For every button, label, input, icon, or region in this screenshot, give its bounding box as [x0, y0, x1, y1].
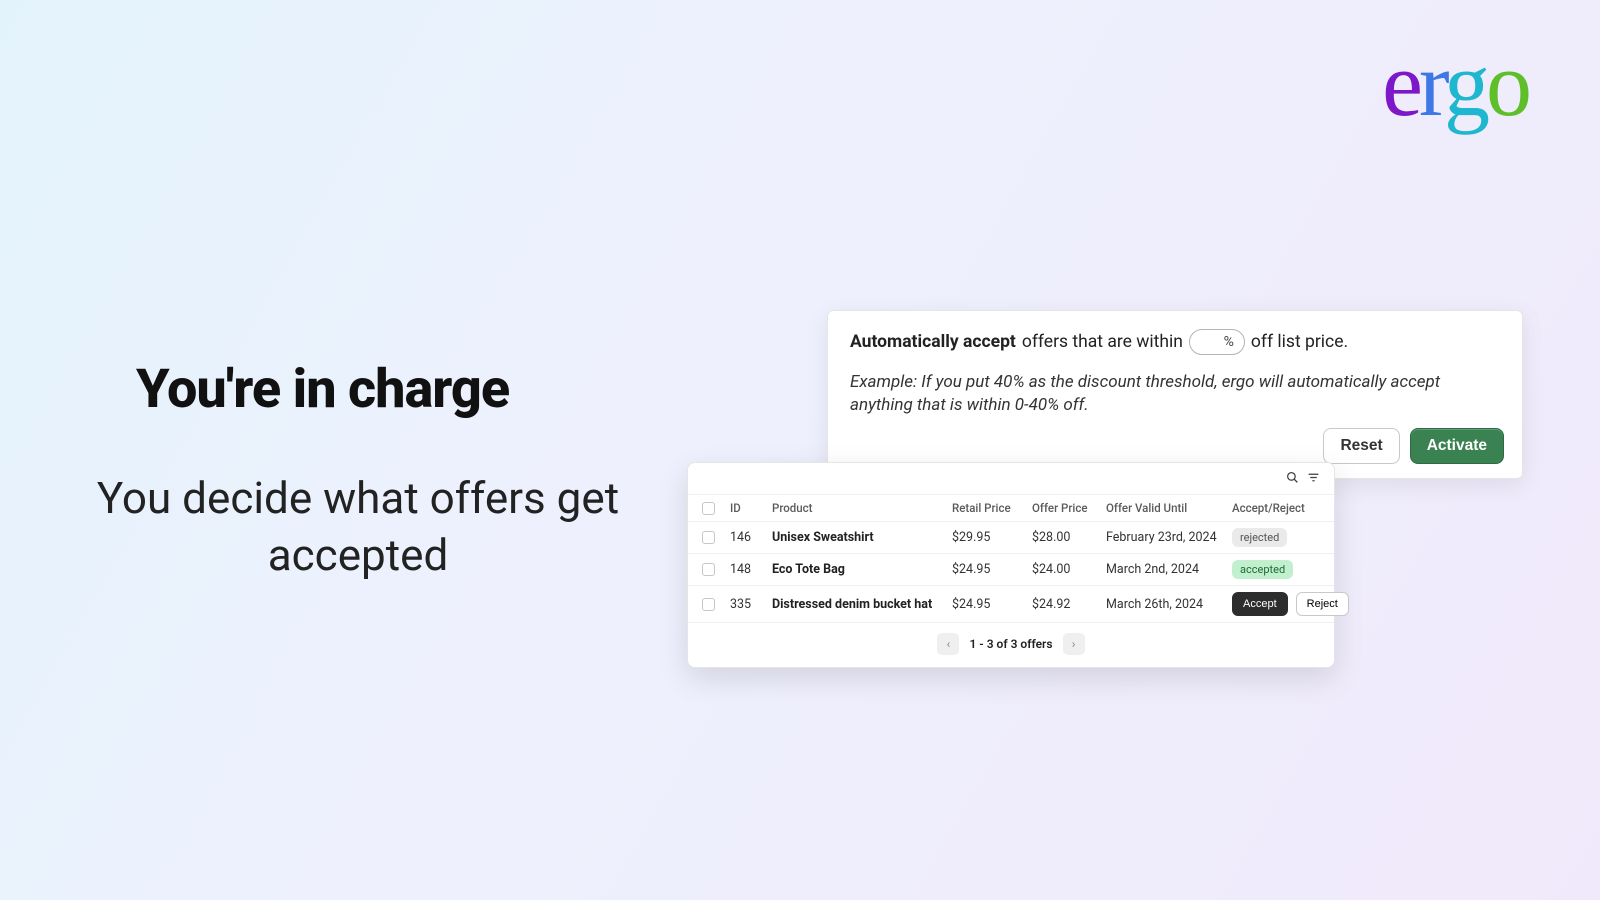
row-checkbox[interactable] — [702, 531, 715, 544]
col-id: ID — [730, 501, 772, 515]
offers-table-card: ID Product Retail Price Offer Price Offe… — [687, 462, 1335, 668]
filter-icon[interactable] — [1307, 471, 1320, 488]
col-valid: Offer Valid Until — [1106, 501, 1232, 515]
cell-id: 335 — [730, 597, 772, 612]
reject-button[interactable]: Reject — [1296, 592, 1349, 616]
status-badge: accepted — [1232, 560, 1293, 579]
cell-offer: $24.92 — [1032, 597, 1106, 612]
cell-action: rejected — [1232, 528, 1332, 547]
cell-retail: $24.95 — [952, 597, 1032, 612]
col-retail: Retail Price — [952, 501, 1032, 515]
pager-next[interactable]: › — [1063, 633, 1085, 655]
table-footer: ‹ 1 - 3 of 3 offers › — [688, 622, 1334, 667]
table-row: 146 Unisex Sweatshirt $29.95 $28.00 Febr… — [688, 521, 1334, 553]
accept-button[interactable]: Accept — [1232, 592, 1288, 616]
cell-offer: $24.00 — [1032, 562, 1106, 577]
table-row: 335 Distressed denim bucket hat $24.95 $… — [688, 585, 1334, 622]
hero-subheading: You decide what offers get accepted — [88, 470, 628, 584]
search-icon[interactable] — [1286, 471, 1299, 488]
cell-retail: $29.95 — [952, 530, 1032, 545]
col-action: Accept/Reject — [1232, 501, 1332, 515]
cell-retail: $24.95 — [952, 562, 1032, 577]
status-badge: rejected — [1232, 528, 1287, 547]
cell-offer: $28.00 — [1032, 530, 1106, 545]
col-offer: Offer Price — [1032, 501, 1106, 515]
hero-heading: You're in charge — [136, 358, 509, 421]
auto-accept-example: Example: If you put 40% as the discount … — [850, 371, 1500, 417]
discount-percent-input[interactable]: % — [1189, 329, 1245, 355]
activate-button[interactable]: Activate — [1410, 428, 1504, 464]
cell-valid: March 2nd, 2024 — [1106, 562, 1232, 577]
cell-valid: February 23rd, 2024 — [1106, 530, 1232, 545]
cell-action: accepted — [1232, 560, 1332, 579]
pager-prev[interactable]: ‹ — [937, 633, 959, 655]
cell-product: Unisex Sweatshirt — [772, 530, 952, 545]
row-checkbox[interactable] — [702, 598, 715, 611]
cell-id: 148 — [730, 562, 772, 577]
cell-action: Accept Reject — [1232, 592, 1332, 616]
reset-button[interactable]: Reset — [1323, 428, 1399, 464]
auto-accept-bold: Automatically accept — [850, 332, 1016, 352]
pager-label: 1 - 3 of 3 offers — [969, 637, 1052, 651]
auto-accept-text-2: off list price. — [1251, 332, 1348, 352]
row-checkbox[interactable] — [702, 563, 715, 576]
col-product: Product — [772, 501, 952, 515]
ergo-logo: ergo — [1382, 38, 1528, 130]
auto-accept-line: Automatically accept offers that are wit… — [850, 329, 1500, 355]
cell-product: Distressed denim bucket hat — [772, 597, 952, 612]
table-row: 148 Eco Tote Bag $24.95 $24.00 March 2nd… — [688, 553, 1334, 585]
auto-accept-text-1: offers that are within — [1022, 332, 1183, 352]
auto-accept-settings-card: Automatically accept offers that are wit… — [827, 310, 1523, 479]
select-all-checkbox[interactable] — [702, 502, 715, 515]
table-header-row: ID Product Retail Price Offer Price Offe… — [688, 494, 1334, 521]
cell-valid: March 26th, 2024 — [1106, 597, 1232, 612]
cell-id: 146 — [730, 530, 772, 545]
cell-product: Eco Tote Bag — [772, 562, 952, 577]
